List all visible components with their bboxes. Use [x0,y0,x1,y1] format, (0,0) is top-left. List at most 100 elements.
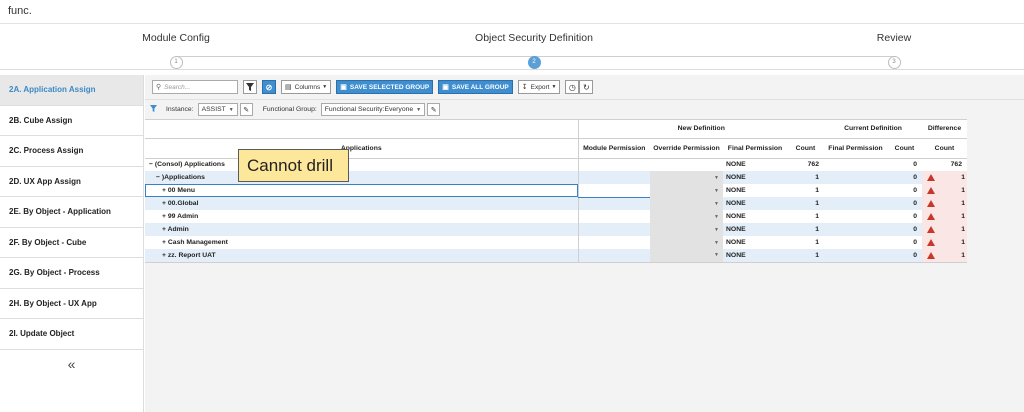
grid-toolbar: ⚲ Search... ⊘ ▤ Columns ▼ ▣ SAVE SELECTE… [145,75,1024,99]
columns-button[interactable]: ▤ Columns ▼ [281,80,332,94]
column-header-count[interactable]: Count [787,138,824,158]
collapse-sidebar-icon[interactable]: « [0,350,143,380]
search-icon: ⚲ [156,84,162,91]
instance-dropdown[interactable]: ASSIST ▼ [197,103,238,116]
application-cell[interactable]: + Admin [145,223,578,236]
column-header-final-permission[interactable]: Final Permission [723,138,787,158]
chevron-down-icon: ▼ [322,84,328,90]
module-permission-cell[interactable] [577,184,650,198]
application-cell[interactable]: − (Consol) Applications [145,158,578,171]
save-all-group-button[interactable]: ▣ SAVE ALL GROUP [438,80,513,94]
override-permission-dropdown[interactable]: ▼ [650,197,723,210]
override-permission-dropdown[interactable]: ▼ [650,223,723,236]
sidebar-item-application-assign[interactable]: 2A. Application Assign [0,75,143,106]
module-permission-cell[interactable] [577,249,650,262]
override-permission-cell[interactable] [650,158,723,171]
table-row[interactable]: + Cash Management ▼ NONE 1 0 1 [145,236,967,249]
functional-group-dropdown[interactable]: Functional Security:Everyone ▼ [320,103,426,116]
application-name: Cash Management [167,239,228,246]
application-cell[interactable]: + 99 Admin [145,210,578,223]
search-input[interactable]: ⚲ Search... [152,80,238,94]
expand-icon[interactable]: + [162,239,166,246]
chevron-down-icon: ▼ [416,106,422,113]
table-row[interactable]: + 00.Global ▼ NONE 1 0 1 [145,197,967,210]
application-cell[interactable]: − )Applications [145,171,578,184]
override-permission-dropdown[interactable]: ▼ [650,210,723,223]
table-row[interactable]: + Admin ▼ NONE 1 0 1 [145,223,967,236]
step-module-config[interactable]: Module Config 1 [96,24,256,69]
table-row[interactable]: + 00 Menu ▼ NONE 1 0 1 [145,184,967,198]
refresh-button[interactable]: ↻ [579,80,594,94]
edit-instance-button[interactable]: ✎ [239,103,253,116]
application-name: 99 Admin [167,213,199,220]
difference-cell: 1 [922,184,967,197]
expand-icon[interactable]: + [162,200,166,207]
sidebar-item-by-object-process[interactable]: 2G. By Object - Process [0,258,143,289]
step-object-security-definition[interactable]: Object Security Definition 2 [454,24,614,69]
warning-icon [927,200,935,207]
sidebar-item-by-object-cube[interactable]: 2F. By Object - Cube [0,228,143,258]
count-cell: 762 [787,158,824,171]
module-permission-cell[interactable] [577,210,650,223]
final-permission-cell: NONE [723,249,787,262]
application-cell[interactable]: + Cash Management [145,236,578,249]
title-bar: func. [0,0,1024,24]
difference-count-cell: 762 [922,158,967,171]
override-permission-dropdown[interactable]: ▼ [650,249,723,262]
column-header-module-permission[interactable]: Module Permission [577,138,650,158]
column-header-current-count[interactable]: Count [887,138,922,158]
column-header-override-permission[interactable]: Override Permission [650,138,723,158]
sidebar-item-ux-app-assign[interactable]: 2D. UX App Assign [0,167,143,197]
window-title: func. [8,5,32,17]
table-row[interactable]: + zz. Report UAT ▼ NONE 1 0 1 [145,249,967,262]
edit-functional-group-button[interactable]: ✎ [427,103,441,116]
override-permission-dropdown[interactable]: ▼ [650,171,723,184]
column-header-applications[interactable]: Applications [145,138,578,158]
sidebar-item-process-assign[interactable]: 2C. Process Assign [0,136,143,167]
expand-icon[interactable]: + [162,187,166,194]
count-cell: 1 [787,184,824,197]
step-number: 2 [527,56,541,69]
current-count-cell: 0 [887,171,922,184]
chevron-down-icon: ▼ [714,174,719,181]
collapse-icon[interactable]: − [149,161,153,168]
expand-icon[interactable]: + [162,226,166,233]
table-row[interactable]: + 99 Admin ▼ NONE 1 0 1 [145,210,967,223]
application-name: )Applications [161,174,205,181]
current-final-permission-cell [824,223,887,236]
warning-icon [927,226,935,233]
step-label: Review [876,32,912,44]
module-permission-cell[interactable] [577,236,650,249]
filter-button[interactable] [243,80,257,94]
step-review[interactable]: Review 3 [814,24,974,69]
sidebar-item-by-object-ux-app[interactable]: 2H. By Object - UX App [0,289,143,319]
current-count-cell: 0 [887,184,922,197]
override-permission-dropdown[interactable]: ▼ [650,236,723,249]
collapse-icon[interactable]: − [156,174,160,181]
clear-filter-button[interactable]: ⊘ [262,80,276,94]
current-count-cell: 0 [887,197,922,210]
application-cell[interactable]: + zz. Report UAT [145,249,578,262]
export-button[interactable]: ↧ Export ▼ [517,80,561,94]
module-permission-cell[interactable] [577,158,650,171]
module-permission-cell[interactable] [577,171,650,184]
sidebar-item-by-object-application[interactable]: 2E. By Object - Application [0,197,143,228]
difference-count-cell: 1 [961,213,965,220]
save-selected-group-button[interactable]: ▣ SAVE SELECTED GROUP [336,80,434,94]
column-header-current-final-permission[interactable]: Final Permission [824,138,887,158]
expand-icon[interactable]: + [162,213,166,220]
sidebar-item-update-object[interactable]: 2I. Update Object [0,319,143,350]
chevron-down-icon: ▼ [714,187,719,194]
application-cell[interactable]: + 00 Menu [145,184,578,197]
difference-count-cell: 1 [961,174,965,181]
module-permission-cell[interactable] [577,197,650,210]
override-permission-dropdown[interactable]: ▼ [650,184,723,197]
history-button[interactable]: ◷ [565,80,580,94]
application-cell[interactable]: + 00.Global [145,197,578,210]
edit-icon: ✎ [430,106,437,114]
sidebar-item-cube-assign[interactable]: 2B. Cube Assign [0,106,143,136]
column-header-difference-count[interactable]: Count [922,138,967,158]
filter-bar: Instance: ASSIST ▼ ✎ Functional Group: F… [145,99,1024,119]
module-permission-cell[interactable] [577,223,650,236]
expand-icon[interactable]: + [162,252,166,259]
